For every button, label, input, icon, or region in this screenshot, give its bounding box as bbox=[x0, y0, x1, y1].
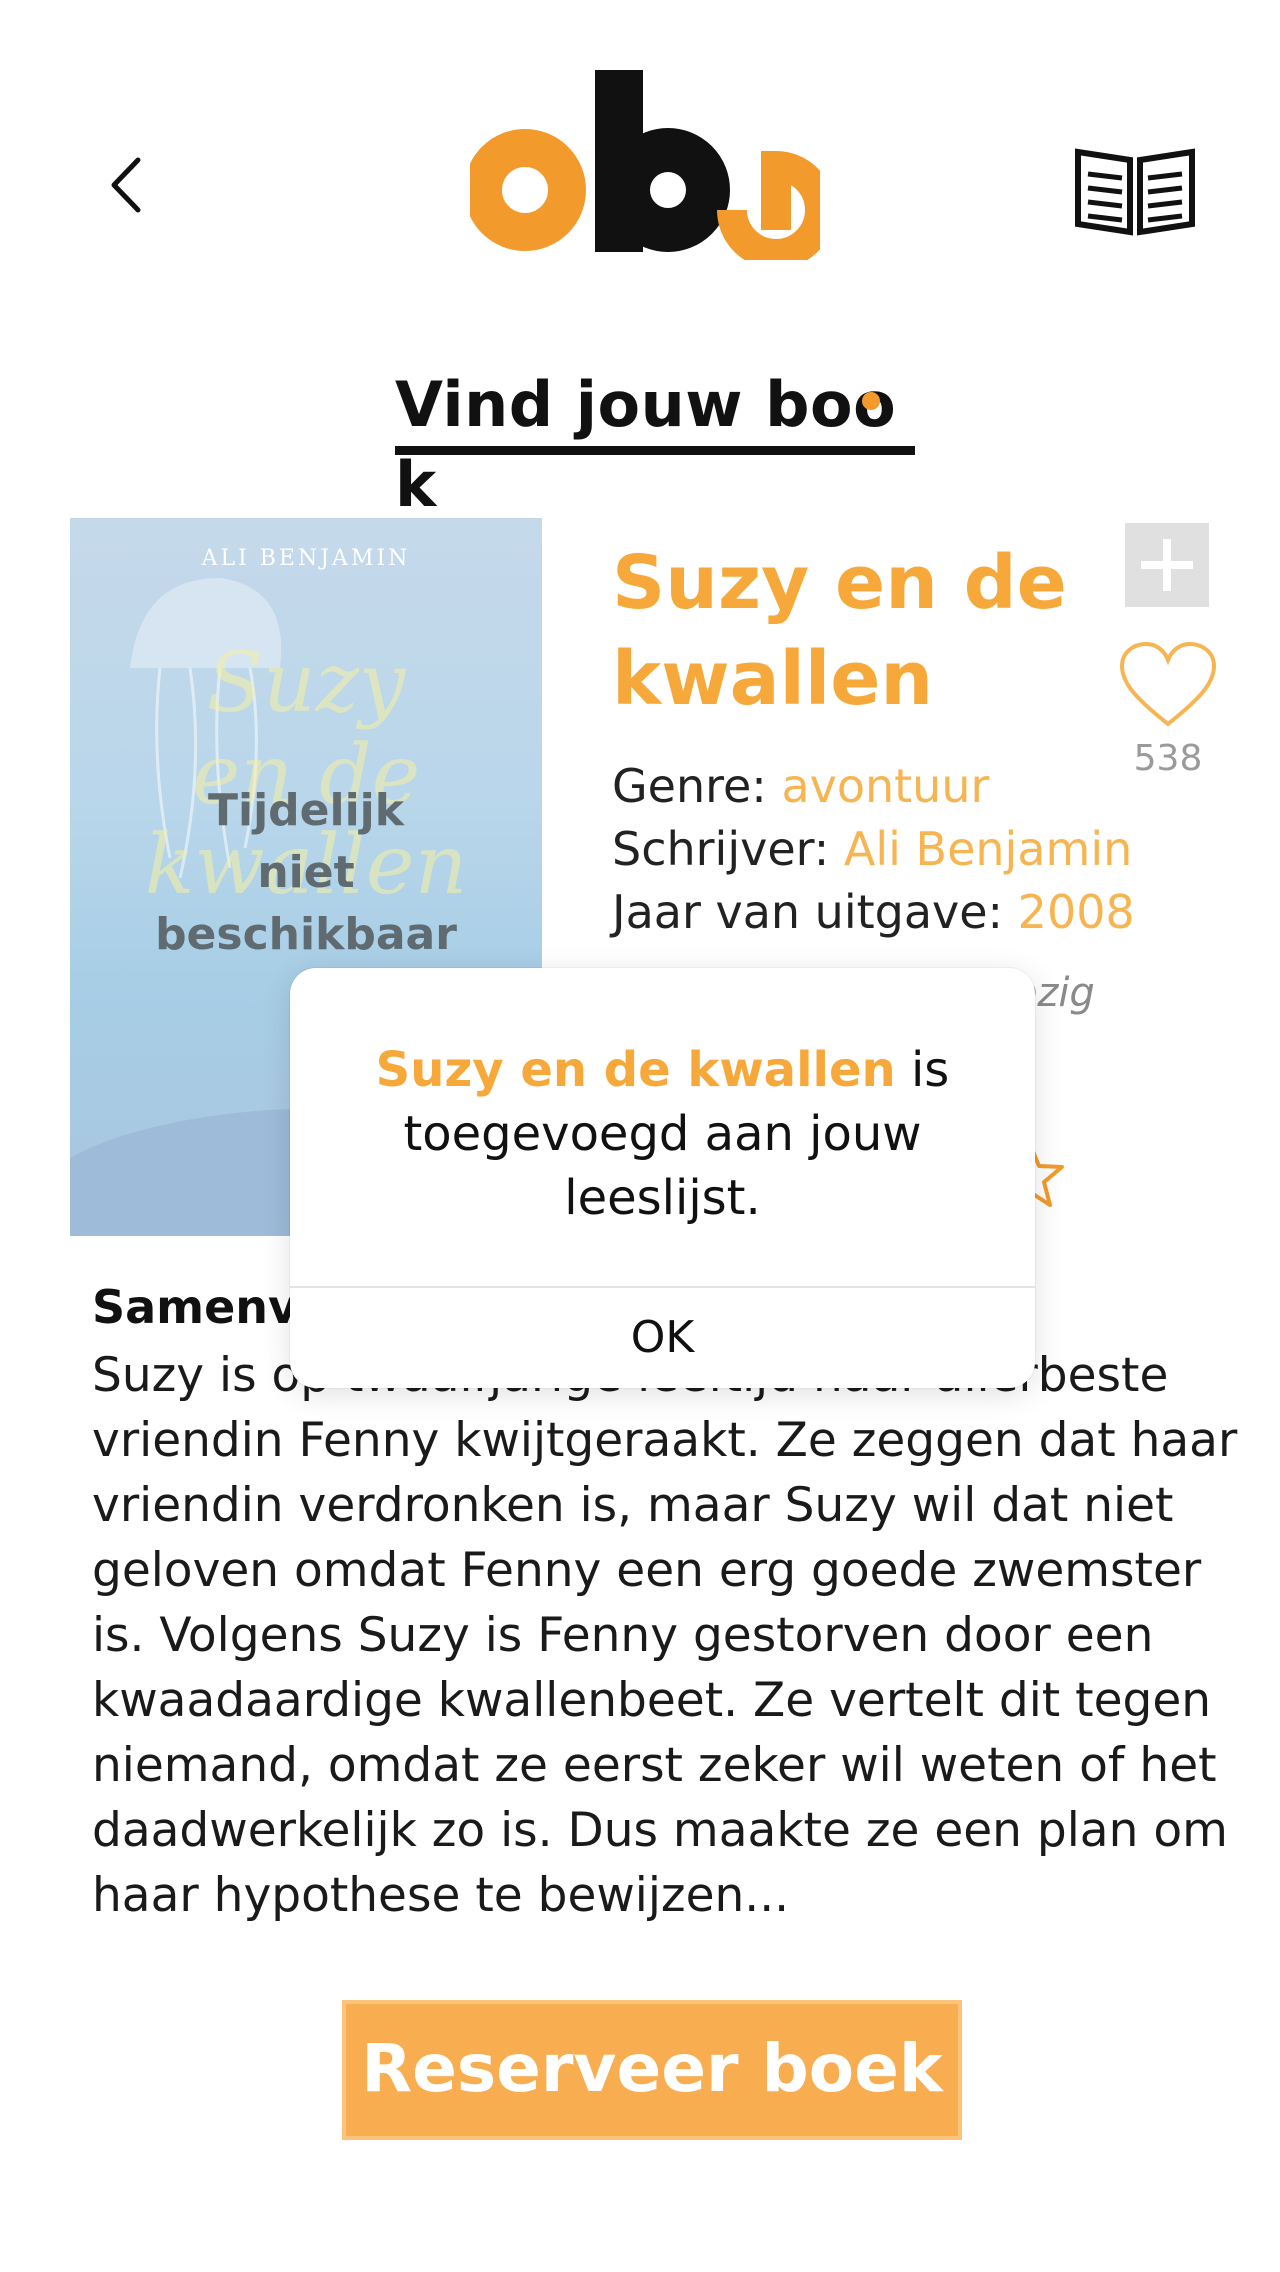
availability-line-3: beschikbaar bbox=[155, 909, 457, 960]
add-to-list-button[interactable] bbox=[1125, 523, 1209, 607]
genre-label: Genre: bbox=[612, 759, 782, 813]
dialog-book-title: Suzy en de kwallen bbox=[375, 1042, 896, 1098]
like-button[interactable] bbox=[1118, 640, 1218, 730]
year-label: Jaar van uitgave: bbox=[612, 885, 1018, 939]
summary-text: Suzy is op twaalfjarige leeftijd haar al… bbox=[92, 1348, 1238, 1923]
cover-script-line-1: Suzy bbox=[206, 636, 406, 731]
reading-list-button[interactable] bbox=[1070, 140, 1200, 240]
added-to-list-dialog: Suzy en de kwallen is toegevoegd aan jou… bbox=[290, 968, 1035, 1388]
writer-row: Schrijver: Ali Benjamin bbox=[612, 818, 1132, 880]
open-book-icon bbox=[1075, 148, 1195, 236]
reserve-book-button[interactable]: Reserveer boek bbox=[342, 2000, 962, 2140]
oba-logo bbox=[464, 70, 835, 269]
year-value: 2008 bbox=[1017, 885, 1135, 939]
availability-line-2: niet bbox=[257, 847, 355, 898]
back-button[interactable] bbox=[96, 150, 156, 220]
page-title: Vind jouw boo k bbox=[395, 365, 915, 521]
page-title-letter-o: o bbox=[853, 365, 896, 445]
dialog-ok-button[interactable]: OK bbox=[290, 1288, 1035, 1388]
page-title-text-a: Vind jouw bo bbox=[395, 368, 854, 441]
writer-value[interactable]: Ali Benjamin bbox=[844, 822, 1132, 876]
page-title-text-c: k bbox=[395, 448, 437, 521]
chevron-left-icon bbox=[111, 157, 141, 213]
like-count: 538 bbox=[1133, 738, 1203, 779]
book-title: Suzy en de kwallen bbox=[612, 540, 1067, 722]
genre-value[interactable]: avontuur bbox=[781, 759, 989, 813]
availability-line-1: Tijdelijk bbox=[207, 785, 405, 836]
year-row: Jaar van uitgave: 2008 bbox=[612, 881, 1135, 943]
writer-label: Schrijver: bbox=[612, 822, 844, 876]
cover-author: ALI BENJAMIN bbox=[201, 546, 411, 571]
heart-icon bbox=[1119, 641, 1217, 727]
genre-row: Genre: avontuur bbox=[612, 755, 989, 817]
dialog-message: Suzy en de kwallen is toegevoegd aan jou… bbox=[330, 1038, 995, 1230]
availability-overlay: Tijdelijk niet beschikbaar bbox=[130, 780, 482, 966]
accent-dot bbox=[862, 392, 881, 410]
